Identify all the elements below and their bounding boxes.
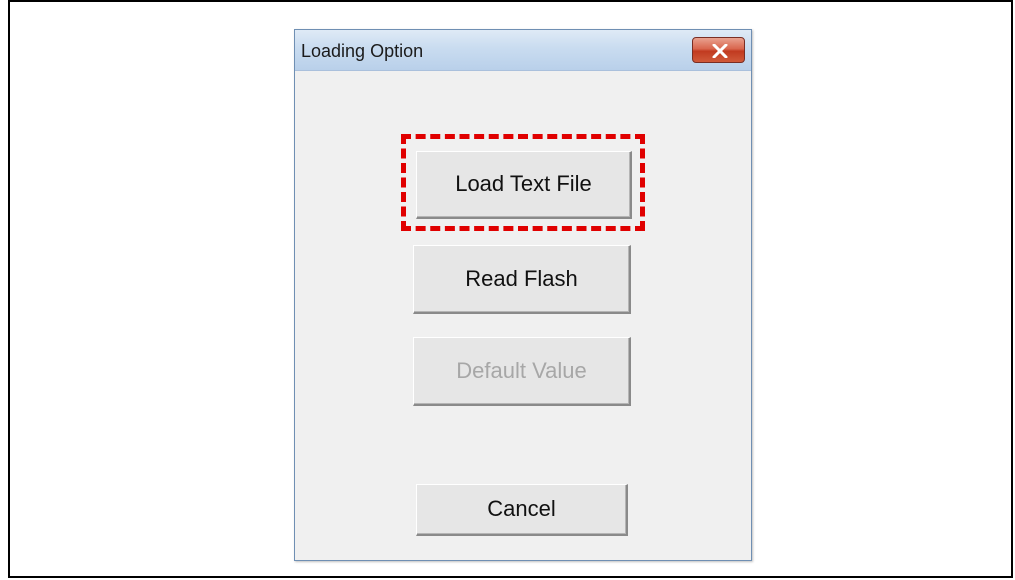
- read-flash-button[interactable]: Read Flash: [413, 245, 631, 314]
- load-text-file-button[interactable]: Load Text File: [416, 151, 632, 219]
- dialog-title: Loading Option: [301, 41, 424, 61]
- close-button[interactable]: [692, 37, 745, 63]
- figure-frame: Loading Option Load Text File Read Flash…: [8, 0, 1013, 578]
- title-bar: Loading Option: [295, 30, 751, 71]
- close-x-icon: [712, 44, 728, 58]
- cancel-button[interactable]: Cancel: [416, 484, 628, 536]
- default-value-button: Default Value: [413, 337, 631, 406]
- loading-option-dialog: Loading Option Load Text File Read Flash…: [294, 29, 752, 561]
